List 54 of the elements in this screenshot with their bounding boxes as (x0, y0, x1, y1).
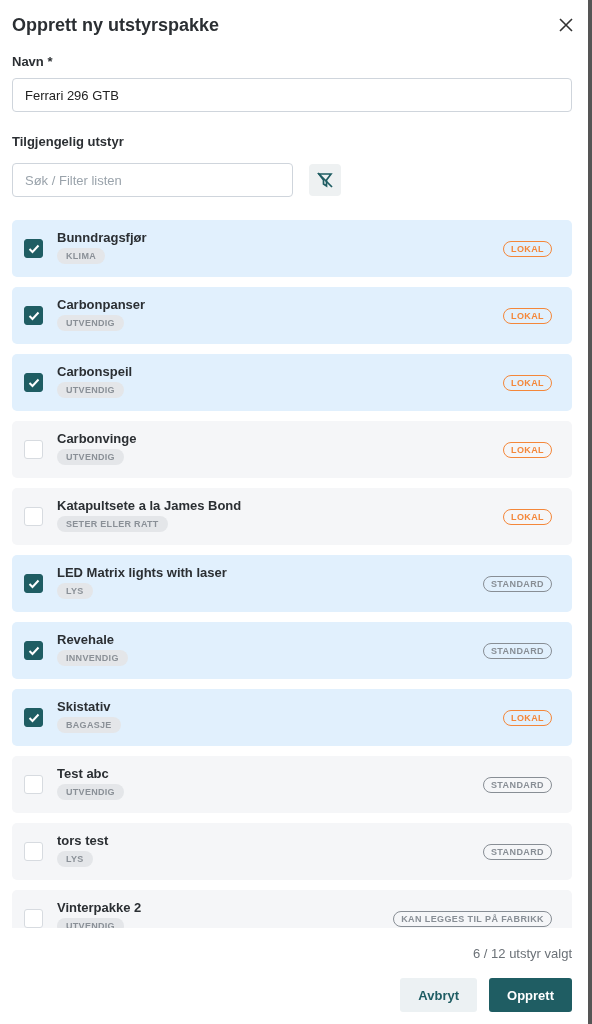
equipment-name: Carbonspeil (57, 363, 133, 379)
cancel-button[interactable]: Avbryt (400, 978, 478, 1012)
checkbox[interactable] (24, 306, 43, 325)
checkbox[interactable] (24, 373, 43, 392)
check-icon (27, 243, 40, 254)
category-tag: LYS (57, 850, 93, 867)
equipment-name: Revehale (57, 631, 115, 647)
category-tag: UTVENDIG (57, 448, 124, 465)
equipment-row[interactable]: Revehale INNVENDIG STANDARD (12, 622, 572, 679)
check-icon (27, 310, 40, 321)
equipment-row[interactable]: Carbonvinge UTVENDIG LOKAL (12, 421, 572, 478)
checkbox[interactable] (24, 641, 43, 660)
check-icon (27, 377, 40, 388)
equipment-name: Bunndragsfjør (57, 229, 147, 245)
equipment-row[interactable]: LED Matrix lights with laser LYS STANDARD (12, 555, 572, 612)
create-button[interactable]: Opprett (489, 978, 572, 1012)
equipment-row[interactable]: Carbonspeil UTVENDIG LOKAL (12, 354, 572, 411)
category-tag: INNVENDIG (57, 649, 128, 666)
equipment-row[interactable]: Bunndragsfjør KLIMA LOKAL (12, 220, 572, 277)
checkbox[interactable] (24, 239, 43, 258)
selection-count: 6 / 12 utstyr valgt (472, 946, 572, 961)
checkbox[interactable] (24, 708, 43, 727)
name-field[interactable]: Ferrari 296 GTB (12, 78, 572, 112)
category-tag: KLIMA (57, 247, 105, 264)
equipment-row[interactable]: Carbonpanser UTVENDIG LOKAL (12, 287, 572, 344)
search-field[interactable]: Søk / Filter listen (12, 163, 293, 197)
equipment-name: LED Matrix lights with laser (57, 564, 227, 580)
equipment-row[interactable]: Katapultsete a la James Bond SETER ELLER RATT LOKAL (12, 488, 572, 545)
equipment-row[interactable]: Skistativ BAGASJE LOKAL (12, 689, 572, 746)
check-icon (27, 712, 40, 723)
equipment-name: Carbonvinge (57, 430, 137, 446)
name-label: Navn * (12, 54, 54, 69)
equipment-name: Test abc (57, 765, 109, 781)
check-icon (27, 645, 40, 656)
dialog-title: Opprett ny utstyrspakke (12, 14, 220, 36)
equipment-name: Skistativ (57, 698, 111, 714)
equipment-row[interactable]: Vinterpakke 2 UTVENDIG KAN LEGGES TIL PÅ FABRIKK (12, 890, 572, 928)
equipment-name: Vinterpakke 2 (57, 899, 142, 915)
category-tag: SETER ELLER RATT (57, 515, 168, 532)
equipment-label: Tilgjengelig utstyr (12, 134, 125, 149)
category-tag: UTVENDIG (57, 314, 124, 331)
equipment-row[interactable]: Test abc UTVENDIG STANDARD (12, 756, 572, 813)
filter-off-icon[interactable] (309, 164, 341, 196)
equipment-row[interactable]: tors test LYS STANDARD (12, 823, 572, 880)
category-tag: UTVENDIG (57, 783, 124, 800)
equipment-name: tors test (57, 832, 109, 848)
category-tag: UTVENDIG (57, 917, 124, 928)
category-tag: BAGASJE (57, 716, 121, 733)
equipment-name: Carbonpanser (57, 296, 146, 312)
equipment-name: Katapultsete a la James Bond (57, 497, 242, 513)
category-tag: LYS (57, 582, 93, 599)
category-tag: UTVENDIG (57, 381, 124, 398)
checkbox[interactable] (24, 574, 43, 593)
check-icon (27, 578, 40, 589)
